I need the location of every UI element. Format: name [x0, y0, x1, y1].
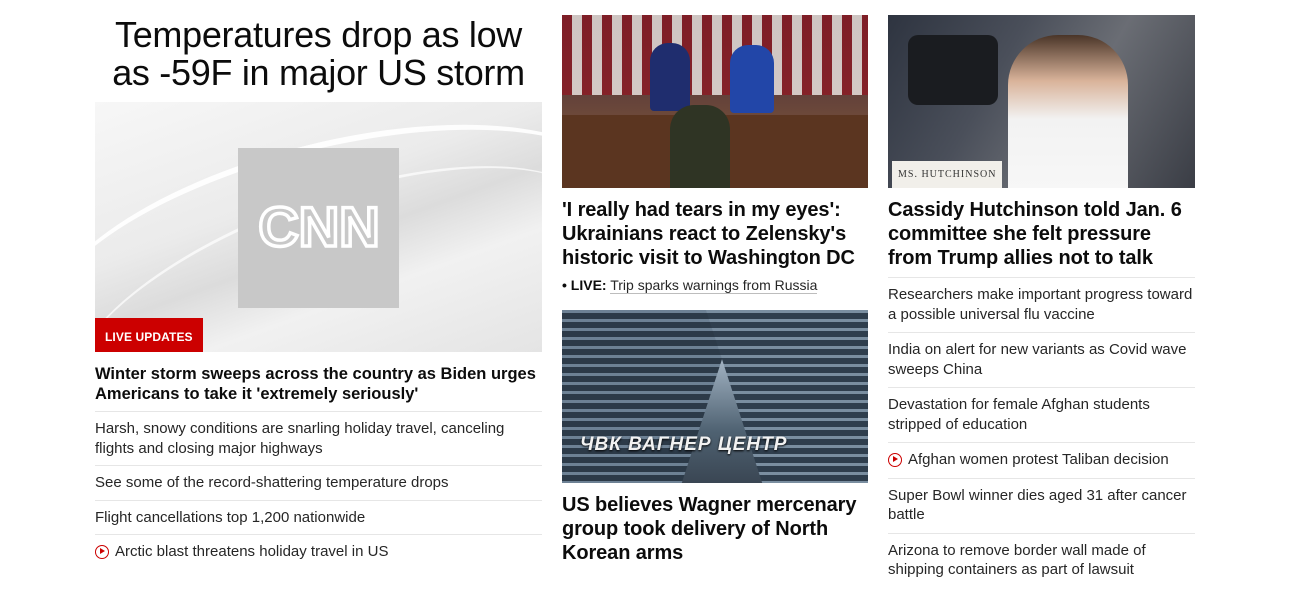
list-item[interactable]: India on alert for new variants as Covid… [888, 332, 1195, 387]
main-story-column: Temperatures drop as low as -59F in majo… [95, 0, 542, 569]
live-subline: • LIVE: Trip sparks warnings from Russia [562, 276, 868, 294]
wagner-headline-link[interactable]: US believes Wagner mercenary group took … [562, 493, 868, 565]
play-video-icon [95, 545, 109, 559]
middle-story-column: 'I really had tears in my eyes': Ukraini… [562, 0, 868, 565]
name-plate: MS. HUTCHINSON [892, 161, 1002, 188]
list-item[interactable]: Devastation for female Afghan students s… [888, 387, 1195, 442]
cnn-logo-placeholder: CNN [238, 148, 399, 308]
list-item[interactable]: Researchers make important progress towa… [888, 277, 1195, 332]
wagner-building-image[interactable]: ЧВК ВАГНЕР ЦЕНТР [562, 310, 868, 483]
camera-shape [908, 35, 998, 105]
live-updates-badge[interactable]: LIVE UPDATES [95, 318, 203, 352]
tower-right [699, 310, 868, 483]
related-stories-list: Harsh, snowy conditions are snarling hol… [95, 411, 542, 569]
zelensky-congress-image[interactable] [562, 15, 868, 188]
list-item[interactable]: Arizona to remove border wall made of sh… [888, 532, 1195, 588]
lead-story-link[interactable]: Winter storm sweeps across the country a… [95, 364, 542, 404]
list-item-label: Afghan women protest Taliban decision [908, 451, 1169, 468]
right-story-column: MS. HUTCHINSON Cassidy Hutchinson told J… [888, 0, 1195, 588]
live-tag: • LIVE: [562, 277, 607, 293]
svg-text:CNN: CNN [258, 198, 379, 258]
hutchinson-headline-link[interactable]: Cassidy Hutchinson told Jan. 6 committee… [888, 198, 1195, 270]
video-list-item[interactable]: Arctic blast threatens holiday travel in… [95, 534, 542, 569]
live-subline-link[interactable]: Trip sparks warnings from Russia [610, 277, 818, 294]
witness-figure [1008, 35, 1128, 188]
list-item[interactable]: Super Bowl winner dies aged 31 after can… [888, 477, 1195, 533]
list-item-label: Arctic blast threatens holiday travel in… [115, 543, 389, 560]
list-item[interactable]: Flight cancellations top 1,200 nationwid… [95, 499, 542, 535]
hutchinson-hearing-image[interactable]: MS. HUTCHINSON [888, 15, 1195, 188]
figure-left [650, 43, 690, 111]
main-headline-link[interactable]: Temperatures drop as low as -59F in majo… [95, 16, 542, 92]
zelensky-headline-link[interactable]: 'I really had tears in my eyes': Ukraini… [562, 198, 868, 270]
flag-backdrop [562, 15, 868, 95]
play-video-icon [888, 453, 902, 467]
right-stories-list: Researchers make important progress towa… [888, 277, 1195, 588]
figure-speaker [670, 105, 730, 188]
cnn-logo-icon: CNN [256, 198, 381, 258]
building-sign: ЧВК ВАГНЕР ЦЕНТР [580, 434, 788, 455]
video-list-item[interactable]: Afghan women protest Taliban decision [888, 442, 1195, 478]
main-story-image[interactable]: CNN LIVE UPDATES [95, 102, 542, 352]
list-item[interactable]: Harsh, snowy conditions are snarling hol… [95, 411, 542, 465]
list-item[interactable]: See some of the record-shattering temper… [95, 465, 542, 500]
figure-right [730, 45, 774, 113]
